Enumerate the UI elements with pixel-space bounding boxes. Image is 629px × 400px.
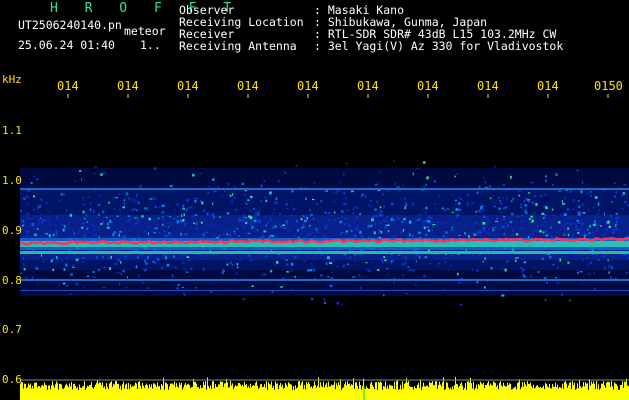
time-tick-label: 014 bbox=[237, 79, 259, 93]
freq-tick-label: 1.1 bbox=[2, 124, 22, 137]
time-tick-label: 014 bbox=[477, 79, 499, 93]
time-tick-label: 014 bbox=[357, 79, 379, 93]
time-tick-label: 014 bbox=[297, 79, 319, 93]
spectrogram bbox=[0, 0, 629, 400]
time-tick-label: 014 bbox=[537, 79, 559, 93]
freq-tick-label: 1.0 bbox=[2, 174, 22, 187]
freq-tick-label: 0.6 bbox=[2, 373, 22, 386]
freq-unit-label: kHz bbox=[2, 73, 22, 86]
freq-tick-label: 0.7 bbox=[2, 323, 22, 336]
antenna-label: Receiving Antenna bbox=[179, 39, 297, 53]
time-tick-label: 014 bbox=[57, 79, 79, 93]
noise-band bbox=[19, 159, 629, 306]
datetime-label: 25.06.24 01:40 bbox=[18, 38, 115, 52]
freq-tick-label: 0.9 bbox=[2, 224, 22, 237]
index-label: 1.. bbox=[140, 38, 161, 52]
antenna-value: : 3el Yagi(V) Az 330 for Vladivostok bbox=[314, 39, 564, 53]
time-tick-label: 014 bbox=[117, 79, 139, 93]
time-tick-label: 0150 bbox=[594, 79, 623, 93]
mode-label: meteor bbox=[124, 24, 166, 38]
freq-tick-label: 0.8 bbox=[2, 274, 22, 287]
time-tick-label: 014 bbox=[417, 79, 439, 93]
time-tick-label: 014 bbox=[177, 79, 199, 93]
file-name: UT2506240140.pn bbox=[18, 18, 122, 32]
